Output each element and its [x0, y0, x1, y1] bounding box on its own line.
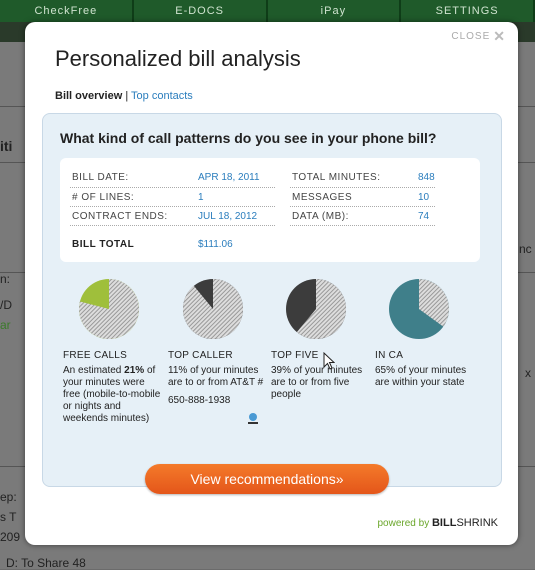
tab-top-contacts[interactable]: Top contacts — [131, 90, 193, 102]
bg-fragment: n: — [0, 272, 11, 286]
bill-date-value: APR 18, 2011 — [198, 172, 260, 183]
bill-summary-card: BILL DATE: APR 18, 2011 # OF LINES: 1 CO… — [60, 158, 480, 262]
messages-value: 10 — [418, 192, 430, 203]
stat-in-ca: IN CA 65% of your minutes are within you… — [375, 350, 475, 389]
bg-fragment: x — [525, 366, 531, 380]
modal-title: Personalized bill analysis — [55, 46, 301, 71]
stat-free-calls: FREE CALLS An estimated 21% of your minu… — [63, 350, 163, 425]
tab-separator: | — [125, 90, 129, 102]
stat-title: IN CA — [375, 350, 404, 361]
close-x-icon: ✕ — [493, 28, 506, 44]
bg-tab-settings[interactable]: SETTINGS — [401, 0, 535, 22]
contract-value: JUL 18, 2012 — [198, 211, 258, 222]
bill-analysis-modal: CLOSE ✕ Personalized bill analysis Bill … — [25, 22, 518, 545]
bg-fragment: 209 — [0, 530, 21, 544]
lines-label: # OF LINES: — [72, 192, 135, 203]
bg-fragment: ar — [0, 318, 11, 332]
top-caller-number: 650-888-1938 — [168, 395, 231, 406]
view-recommendations-button[interactable]: View recommendations» — [145, 464, 389, 494]
modal-tabs: Bill overview | Top contacts — [55, 90, 193, 102]
stat-top-caller: TOP CALLER 11% of your minutes are to or… — [168, 350, 268, 407]
billshrink-logo-rest: SHRINK — [456, 517, 498, 529]
mouse-cursor-icon — [323, 352, 335, 370]
stat-top-five: TOP FIVE 39% of your minutes are to or f… — [271, 350, 371, 401]
contract-label: CONTRACT ENDS: — [72, 211, 168, 222]
analysis-panel: What kind of call patterns do you see in… — [42, 113, 502, 487]
bg-fragment: ep: — [0, 490, 17, 504]
stat-percent: 21% — [124, 365, 145, 376]
att-logo-icon — [248, 413, 258, 424]
stat-title: FREE CALLS — [63, 350, 128, 361]
bg-fragment: nc — [519, 242, 532, 256]
background-nav-bar: CheckFree E-DOCS iPay SETTINGS — [0, 0, 535, 22]
top-caller-pie — [183, 279, 243, 339]
panel-question: What kind of call patterns do you see in… — [60, 130, 437, 146]
lines-value: 1 — [198, 192, 204, 203]
total-minutes-label: TOTAL MINUTES: — [292, 172, 381, 183]
messages-label: MESSAGES — [292, 192, 353, 203]
in-ca-pie — [389, 279, 449, 339]
bg-tab-checkfree[interactable]: CheckFree — [0, 0, 134, 22]
stat-percent: 39% — [271, 365, 292, 376]
top-five-pie — [286, 279, 346, 339]
bg-tab-ipay[interactable]: iPay — [268, 0, 402, 22]
total-minutes-value: 848 — [418, 172, 435, 183]
stat-percent: 11% — [168, 365, 188, 376]
stat-percent: 65% — [375, 365, 396, 376]
stat-text: An estimated — [63, 365, 122, 376]
bg-fragment: s T — [0, 510, 17, 524]
close-button[interactable]: CLOSE ✕ — [451, 28, 506, 45]
bg-fragment: D: To Share 48 — [6, 556, 86, 570]
bill-total-value: $111.06 — [198, 239, 233, 250]
bg-tab-edocs[interactable]: E-DOCS — [134, 0, 268, 22]
powered-by: powered by BILLSHRINK — [378, 517, 499, 529]
billshrink-logo-bold: BILL — [431, 517, 457, 529]
close-label: CLOSE — [451, 31, 491, 42]
tab-bill-overview[interactable]: Bill overview — [55, 90, 122, 102]
data-value: 74 — [418, 211, 430, 222]
free-calls-pie — [79, 279, 139, 339]
bill-date-label: BILL DATE: — [72, 172, 129, 183]
stat-title: TOP CALLER — [168, 350, 233, 361]
stat-title: TOP FIVE — [271, 350, 319, 361]
pie-slice — [183, 279, 243, 339]
data-label: DATA (MB): — [292, 211, 349, 222]
powered-by-text: powered by — [377, 518, 430, 529]
bg-fragment: iti — [0, 138, 13, 154]
bg-fragment: /D — [0, 298, 12, 312]
bill-total-label: BILL TOTAL — [72, 239, 135, 250]
